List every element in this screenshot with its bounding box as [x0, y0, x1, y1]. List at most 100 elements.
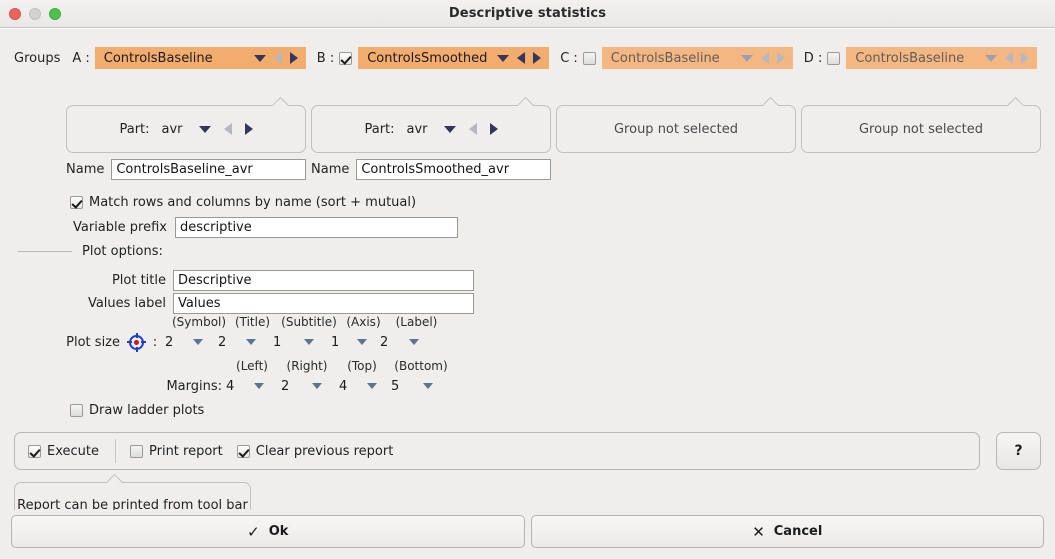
group-enable-checkbox-b[interactable] [339, 51, 353, 65]
arrow-right-icon[interactable] [289, 52, 298, 64]
values-label-label: Values label [87, 296, 166, 311]
execute-checkbox[interactable] [28, 444, 41, 458]
group-cell-c: C : ControlsBaseline [560, 47, 793, 69]
draw-ladder-plots-checkbox[interactable] [70, 404, 83, 417]
chevron-down-icon[interactable] [357, 339, 367, 345]
group-combo-b[interactable]: ControlsSmoothed [358, 47, 550, 69]
size-axis-stepper[interactable]: 1 [331, 335, 380, 350]
part-value-b: avr [406, 121, 428, 137]
part-spinner-a [198, 123, 253, 135]
name-input-b[interactable]: ControlsSmoothed_avr [356, 159, 552, 180]
execute-bar-divider [115, 439, 116, 463]
execute-item[interactable]: Execute [28, 444, 99, 459]
clear-previous-report-item[interactable]: Clear previous report [236, 444, 393, 459]
group-enable-checkbox-d[interactable] [827, 51, 841, 65]
caption-axis: (Axis) [346, 314, 381, 329]
part-panel-d-inner: Group not selected [802, 106, 1040, 152]
arrow-left-icon [1005, 52, 1014, 64]
size-label-value: 2 [380, 334, 389, 350]
chevron-down-icon[interactable] [254, 383, 264, 389]
chevron-down-icon[interactable] [312, 383, 322, 389]
margin-right-stepper[interactable]: 2 [281, 379, 339, 394]
ok-button[interactable]: ✓ Ok [11, 515, 525, 548]
arrow-right-icon [776, 52, 785, 64]
chevron-down-icon[interactable] [497, 54, 510, 62]
margin-left-stepper[interactable]: 4 [226, 379, 281, 394]
clear-previous-report-checkbox[interactable] [236, 444, 250, 458]
size-subtitle-stepper[interactable]: 1 [273, 335, 331, 350]
arrow-left-icon[interactable] [517, 52, 526, 64]
group-combo-a[interactable]: ControlsBaseline [94, 47, 306, 69]
values-label-input[interactable]: Values [173, 293, 474, 314]
minimize-button[interactable] [29, 8, 41, 20]
margin-captions: (Left) (Right) (Top) (Bottom) [0, 357, 520, 374]
values-label-row: Values label Values [0, 293, 474, 314]
ok-button-label: Ok [268, 524, 289, 539]
caption-label: (Label) [395, 314, 438, 329]
part-value-a: avr [161, 121, 183, 137]
chevron-down-icon[interactable] [253, 54, 266, 62]
margin-bottom-stepper[interactable]: 5 [391, 379, 451, 394]
arrow-right-icon [1021, 52, 1030, 64]
chevron-down-icon [740, 54, 753, 62]
plot-size-colon: : [152, 334, 158, 350]
margin-top-value: 4 [339, 378, 348, 394]
chevron-down-icon[interactable] [423, 383, 433, 389]
group-cell-b: B : ControlsSmoothed [316, 47, 550, 69]
arrow-right-icon[interactable] [489, 123, 498, 135]
cancel-button[interactable]: ✕ Cancel [530, 515, 1044, 548]
arrow-right-icon[interactable] [244, 123, 253, 135]
group-combo-c-value: ControlsBaseline [610, 50, 720, 66]
help-button[interactable]: ? [996, 432, 1041, 470]
close-button[interactable] [9, 8, 21, 20]
draw-ladder-plots-row: Draw ladder plots [70, 403, 204, 418]
maximize-button[interactable] [49, 8, 61, 20]
groups-label: Groups [14, 50, 61, 66]
chevron-down-icon[interactable] [198, 125, 211, 133]
plot-title-label: Plot title [111, 273, 166, 288]
part-panel-a: Part: avr [66, 105, 306, 153]
chevron-down-icon[interactable] [367, 383, 377, 389]
chevron-down-icon[interactable] [304, 339, 314, 345]
name-row-a: Name ControlsBaseline_avr [66, 159, 307, 180]
chevron-down-icon[interactable] [409, 339, 419, 345]
size-title-stepper[interactable]: 2 [218, 335, 273, 350]
plot-size-values: Plot size : 2 2 1 1 2 [0, 330, 520, 354]
size-label-stepper[interactable]: 2 [380, 335, 435, 350]
part-label-b: Part: [364, 121, 395, 137]
arrow-left-icon [760, 52, 769, 64]
group-combo-c[interactable]: ControlsBaseline [601, 47, 793, 69]
note-pointer [107, 474, 125, 483]
match-rows-checkbox[interactable] [70, 196, 83, 209]
panel-pointer [1008, 97, 1026, 106]
name-label-b: Name [311, 162, 350, 177]
panel-pointer [763, 97, 781, 106]
cancel-button-label: Cancel [773, 524, 823, 539]
group-combo-c-spinner [735, 52, 788, 64]
plot-title-input[interactable]: Descriptive [173, 270, 474, 291]
part-panel-b-inner: Part: avr [312, 106, 550, 152]
margins-label: Margins: [166, 378, 222, 394]
cross-icon: ✕ [752, 522, 765, 541]
caption-top: (Top) [347, 358, 377, 373]
variable-prefix-input[interactable]: descriptive [174, 217, 458, 238]
print-report-item[interactable]: Print report [130, 444, 223, 459]
chevron-down-icon[interactable] [193, 339, 203, 345]
plot-size-block: (Symbol) (Title) (Subtitle) (Axis) (Labe… [0, 313, 520, 398]
plot-size-target-icon[interactable] [127, 332, 146, 352]
size-symbol-stepper[interactable]: 2 [165, 335, 218, 350]
name-label-a: Name [66, 162, 105, 177]
print-report-checkbox[interactable] [130, 444, 143, 458]
arrow-right-icon[interactable] [533, 52, 542, 64]
panel-pointer [273, 97, 291, 106]
plot-size-label: Plot size [66, 334, 120, 350]
name-input-a[interactable]: ControlsBaseline_avr [111, 159, 307, 180]
group-enable-checkbox-c[interactable] [582, 51, 596, 65]
margin-left-value: 4 [226, 378, 235, 394]
caption-symbol: (Symbol) [172, 314, 227, 329]
chevron-down-icon[interactable] [246, 339, 256, 345]
margin-top-stepper[interactable]: 4 [339, 379, 391, 394]
group-letter-b: B : [316, 50, 335, 66]
chevron-down-icon[interactable] [443, 125, 456, 133]
group-combo-d[interactable]: ControlsBaseline [846, 47, 1038, 69]
